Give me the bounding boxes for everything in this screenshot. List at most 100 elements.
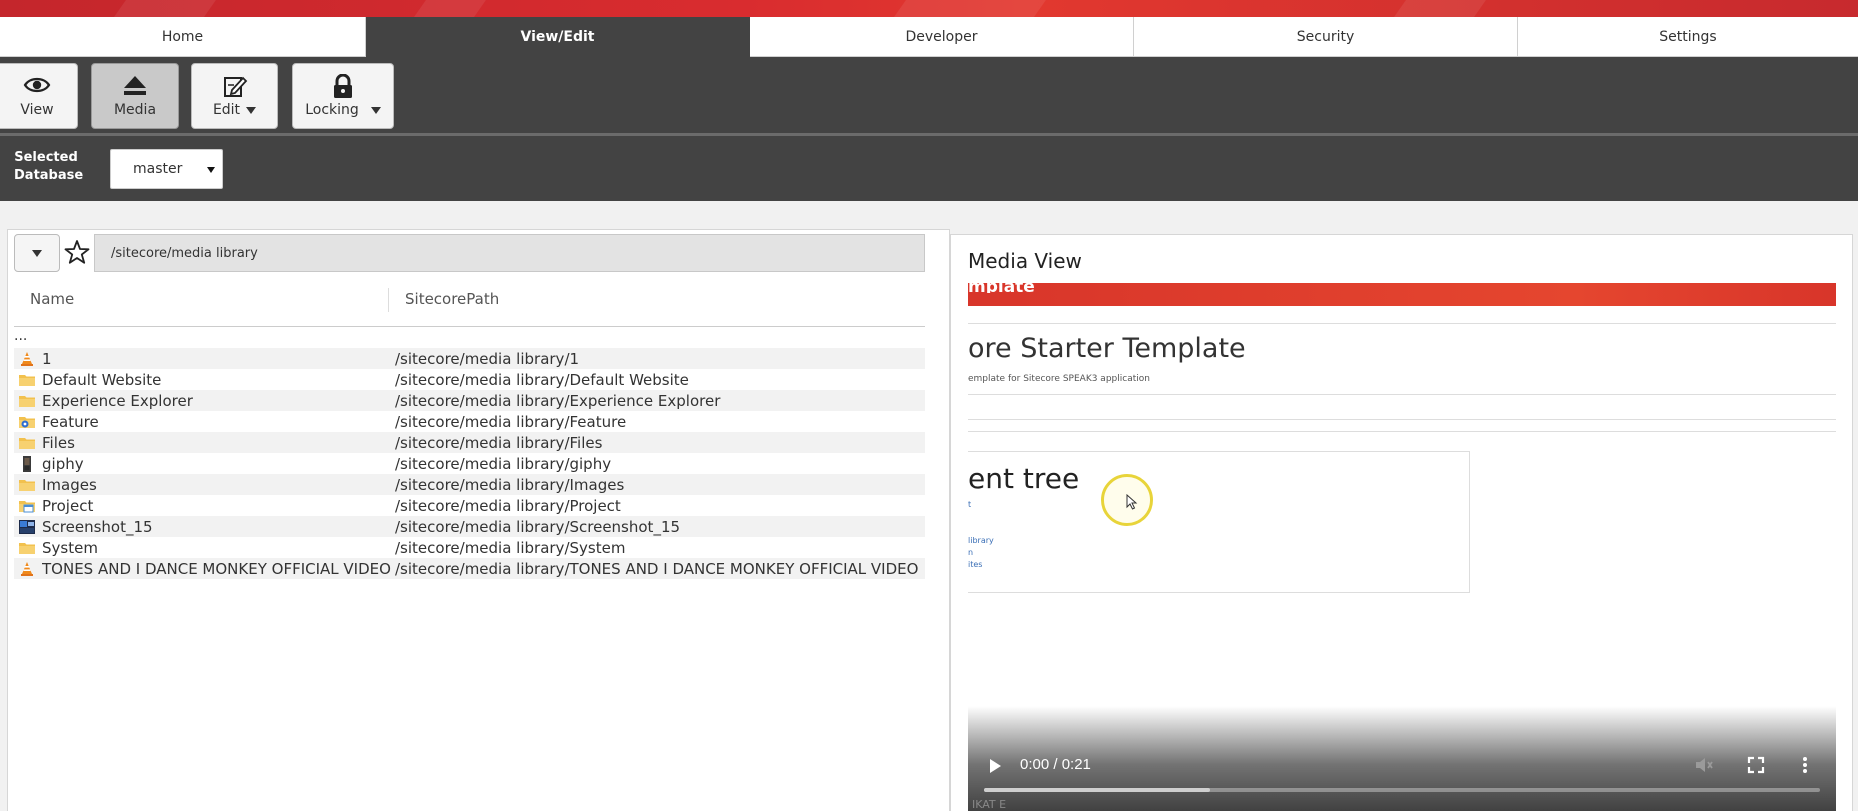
folder-icon	[19, 435, 35, 451]
table-row[interactable]: Project /sitecore/media library/Project	[14, 495, 925, 516]
tab-label: Settings	[1659, 28, 1717, 45]
video-frame-divider	[968, 431, 1836, 432]
table-row[interactable]: Images /sitecore/media library/Images	[14, 474, 925, 495]
media-list-panel: /sitecore/media library Name SitecorePat…	[7, 229, 950, 811]
path-value: /sitecore/media library	[111, 245, 258, 261]
column-divider	[388, 288, 389, 312]
tab-security[interactable]: Security	[1134, 17, 1518, 57]
video-frame-caption: IKAT E	[972, 798, 1007, 811]
row-path: /sitecore/media library/Default Website	[395, 370, 689, 389]
video-progress-bar[interactable]	[984, 788, 1820, 792]
chevron-down-icon	[370, 106, 381, 114]
row-path: /sitecore/media library/Images	[395, 475, 625, 494]
video-frame-link: ites	[968, 560, 983, 569]
tab-developer[interactable]: Developer	[750, 17, 1134, 57]
vlc-cone-icon	[19, 351, 35, 367]
media-button[interactable]: Media	[91, 63, 179, 129]
volume-muted-icon[interactable]	[1694, 756, 1714, 778]
video-frame-card: ent tree t library n ites	[968, 451, 1470, 593]
more-options-icon[interactable]	[1802, 756, 1808, 778]
row-path: /sitecore/media library/Feature	[395, 412, 627, 431]
row-path: /sitecore/media library/System	[395, 538, 626, 557]
row-name: Default Website	[42, 370, 162, 389]
row-name: TONES AND I DANCE MONKEY OFFICIAL VIDEO	[42, 559, 391, 578]
video-frame-link: n	[968, 548, 974, 557]
table-row[interactable]: Screenshot_15 /sitecore/media library/Sc…	[14, 516, 925, 537]
column-header-name[interactable]: Name	[30, 290, 74, 308]
lock-icon	[293, 74, 393, 100]
column-header-sitecore-path[interactable]: SitecorePath	[405, 290, 499, 308]
eye-icon	[0, 74, 77, 100]
video-frame-divider	[968, 394, 1836, 395]
row-path: /sitecore/media library/Files	[395, 433, 603, 452]
video-player[interactable]: mplate ore Starter Template emplate for …	[968, 283, 1836, 811]
star-icon[interactable]	[64, 239, 94, 269]
tab-label: View/Edit	[520, 28, 595, 45]
table-row[interactable]: TONES AND I DANCE MONKEY OFFICIAL VIDEO …	[14, 558, 925, 579]
table-row[interactable]: Feature /sitecore/media library/Feature	[14, 411, 925, 432]
view-button[interactable]: View	[0, 63, 78, 129]
project-folder-icon	[19, 498, 35, 514]
video-frame-link: t	[968, 500, 972, 509]
video-controls: 0:00 / 0:21 IKAT E	[968, 706, 1836, 811]
database-select[interactable]: master	[110, 149, 223, 189]
media-items-list: 1 /sitecore/media library/1 Default Webs…	[14, 348, 925, 579]
path-dropdown-button[interactable]	[14, 234, 60, 272]
row-name: 1	[42, 349, 52, 368]
edit-button[interactable]: Edit	[191, 63, 278, 129]
path-input[interactable]: /sitecore/media library	[94, 234, 925, 272]
locking-button[interactable]: Locking	[292, 63, 394, 129]
tab-label: Security	[1296, 28, 1355, 45]
table-row[interactable]: Experience Explorer /sitecore/media libr…	[14, 390, 925, 411]
fullscreen-icon[interactable]	[1747, 756, 1765, 778]
screenshot-thumb-icon	[19, 519, 35, 535]
selected-database-label: Selected Database	[14, 150, 84, 183]
table-row[interactable]: Files /sitecore/media library/Files	[14, 432, 925, 453]
video-time: 0:00 / 0:21	[1020, 756, 1091, 773]
video-frame-divider	[968, 419, 1836, 420]
row-name: Screenshot_15	[42, 517, 153, 536]
video-frame-banner: mplate	[968, 283, 1836, 306]
row-path: /sitecore/media library/Project	[395, 496, 621, 515]
image-thumb-icon	[19, 455, 35, 472]
row-path: /sitecore/media library/giphy	[395, 454, 612, 473]
table-row[interactable]: Default Website /sitecore/media library/…	[14, 369, 925, 390]
play-icon[interactable]	[988, 758, 1002, 778]
video-progress-fill	[984, 788, 1210, 792]
row-name: giphy	[42, 454, 84, 473]
row-name: Feature	[42, 412, 99, 431]
video-frame-subtitle: emplate for Sitecore SPEAK3 application	[968, 374, 1150, 384]
row-name: System	[42, 538, 98, 557]
tab-label: Developer	[905, 28, 978, 45]
cursor-highlight	[1101, 474, 1153, 526]
database-select-value: master	[133, 161, 183, 177]
parent-folder-link[interactable]: ...	[14, 328, 27, 344]
ribbon-toolbar: View Media Edit Locking	[0, 57, 1858, 136]
main-tabs: Home View/Edit Developer Security Settin…	[0, 17, 1858, 57]
media-view-title: Media View	[968, 249, 1082, 273]
edit-label: Edit	[212, 102, 241, 118]
chevron-down-icon	[207, 167, 215, 173]
row-path: /sitecore/media library/Experience Explo…	[395, 391, 721, 410]
video-frame-divider	[968, 323, 1836, 324]
tab-home[interactable]: Home	[0, 17, 366, 57]
video-frame-card-title: ent tree	[968, 462, 1080, 495]
view-label: View	[20, 102, 54, 118]
media-view-panel: Media View mplate ore Starter Template e…	[950, 229, 1858, 811]
row-name: Experience Explorer	[42, 391, 193, 410]
tab-view-edit[interactable]: View/Edit	[366, 17, 750, 57]
tab-settings[interactable]: Settings	[1518, 17, 1858, 57]
folder-icon	[19, 372, 35, 388]
folder-icon	[19, 393, 35, 409]
folder-icon	[19, 477, 35, 493]
chevron-down-icon	[32, 249, 42, 257]
row-path: /sitecore/media library/1	[395, 349, 580, 368]
row-path: /sitecore/media library/Screenshot_15	[395, 517, 681, 536]
row-name: Images	[42, 475, 97, 494]
table-row[interactable]: 1 /sitecore/media library/1	[14, 348, 925, 369]
table-row[interactable]: giphy /sitecore/media library/giphy	[14, 453, 925, 474]
video-frame-link: library	[968, 536, 994, 545]
header-divider	[14, 326, 925, 327]
table-row[interactable]: System /sitecore/media library/System	[14, 537, 925, 558]
edit-pencil-icon	[192, 74, 277, 100]
